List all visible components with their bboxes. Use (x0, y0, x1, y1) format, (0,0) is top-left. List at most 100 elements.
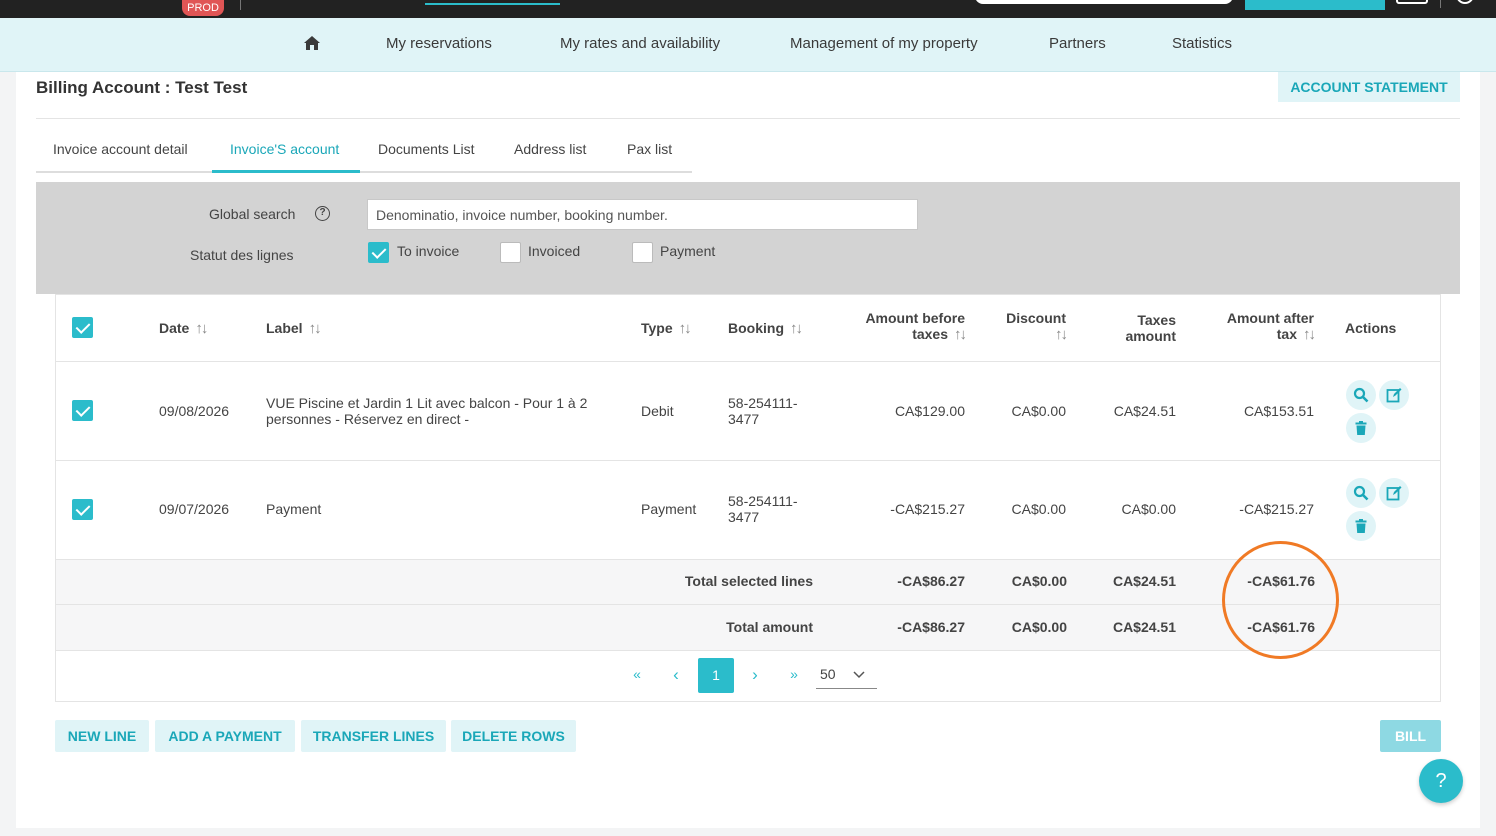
tab-documents-list[interactable]: Documents List (378, 141, 474, 157)
sort-icon[interactable]: ↑↓ (1055, 326, 1068, 343)
row-date: 09/07/2026 (159, 501, 230, 517)
delete-button[interactable] (1346, 511, 1376, 541)
nav-property-management[interactable]: Management of my property (790, 35, 978, 52)
tab-invoices-account[interactable]: Invoice'S account (230, 141, 339, 157)
payment-checkbox[interactable] (632, 242, 653, 263)
magnifier-icon (1353, 485, 1369, 501)
view-button[interactable] (1346, 380, 1376, 410)
edit-button[interactable] (1379, 478, 1409, 508)
user-icon[interactable] (1456, 0, 1474, 4)
row-amount-after-tax: CA$153.51 (1243, 403, 1314, 419)
view-button[interactable] (1346, 478, 1376, 508)
nav-partners[interactable]: Partners (1049, 35, 1106, 52)
header-text: amount (1125, 328, 1176, 344)
sort-icon[interactable]: ↑↓ (679, 320, 692, 337)
sort-icon[interactable]: ↑↓ (195, 320, 208, 337)
page-title: Billing Account : Test Test (36, 78, 248, 97)
row-date: 09/08/2026 (159, 403, 230, 419)
sort-icon[interactable]: ↑↓ (309, 320, 322, 337)
invoiced-checkbox[interactable] (500, 242, 521, 263)
home-icon[interactable] (303, 34, 321, 52)
next-page-button[interactable]: › (745, 665, 765, 685)
screen-icon[interactable] (1396, 0, 1428, 4)
total-amount-taxes: CA$24.51 (1112, 619, 1176, 635)
divider (56, 650, 1440, 651)
column-header-label[interactable]: Label ↑↓ (266, 320, 322, 337)
row-amount-before-taxes: -CA$215.27 (890, 501, 965, 517)
row-label-line1: Payment (266, 501, 322, 517)
header-text: Taxes (1137, 312, 1176, 328)
nav-rates-availability[interactable]: My rates and availability (560, 35, 720, 52)
help-button[interactable]: ? (1419, 759, 1463, 803)
sort-icon[interactable]: ↑↓ (954, 326, 967, 343)
invoiced-label: Invoiced (528, 243, 581, 259)
column-header-amount-after-tax[interactable]: Amount after tax ↑↓ (1204, 310, 1316, 343)
delete-button[interactable] (1346, 413, 1376, 443)
divider (56, 361, 1440, 362)
sort-icon[interactable]: ↑↓ (1303, 326, 1316, 343)
header-text: Amount before (865, 310, 965, 326)
page-size-select[interactable]: 50 (816, 666, 877, 689)
total-amount-before: -CA$86.27 (897, 619, 965, 635)
header-text: taxes (912, 326, 948, 342)
edit-icon (1386, 388, 1402, 403)
column-header-booking[interactable]: Booking ↑↓ (728, 320, 803, 337)
prev-page-button[interactable]: ‹ (666, 665, 686, 685)
highlight-annotation (1222, 541, 1339, 659)
new-line-button[interactable]: NEW LINE (55, 720, 149, 752)
row-type: Debit (641, 403, 674, 419)
header-text: Type (641, 320, 673, 336)
row-booking-line2: 3477 (728, 411, 760, 427)
chevron-down-icon (853, 671, 865, 679)
edit-button[interactable] (1379, 380, 1409, 410)
nav-my-reservations[interactable]: My reservations (386, 35, 492, 52)
add-payment-button[interactable]: ADD A PAYMENT (155, 720, 295, 752)
account-statement-button[interactable]: ACCOUNT STATEMENT (1278, 72, 1460, 102)
transfer-lines-button[interactable]: TRANSFER LINES (301, 720, 446, 752)
env-badge: PROD (182, 0, 224, 16)
column-header-discount[interactable]: Discount ↑↓ (986, 310, 1068, 343)
to-invoice-label: To invoice (397, 243, 460, 259)
select-all-checkbox[interactable] (72, 317, 93, 338)
to-invoice-checkbox[interactable] (368, 242, 389, 263)
column-header-type[interactable]: Type ↑↓ (641, 320, 692, 337)
row-checkbox[interactable] (72, 400, 93, 421)
header-text: Booking (728, 320, 784, 336)
column-header-amount-before-taxes[interactable]: Amount before taxes ↑↓ (845, 310, 967, 343)
first-page-button[interactable]: « (627, 666, 647, 682)
top-search-input[interactable] (975, 0, 1233, 4)
tab-invoice-account-detail[interactable]: Invoice account detail (53, 141, 188, 157)
active-menu-indicator (425, 3, 560, 5)
row-discount: CA$0.00 (1011, 501, 1066, 517)
column-header-taxes-amount: Taxes amount (1086, 312, 1176, 344)
total-amount-label: Total amount (726, 619, 813, 635)
divider (36, 118, 1460, 119)
tab-address-list[interactable]: Address list (514, 141, 586, 157)
row-booking-line1: 58-254111- (728, 493, 798, 509)
magnifier-icon (1353, 387, 1369, 403)
top-action-button[interactable] (1245, 0, 1385, 10)
top-bar: PROD (0, 0, 1496, 18)
total-selected-label: Total selected lines (684, 573, 813, 589)
header-text: tax (1276, 326, 1297, 342)
total-amount-discount: CA$0.00 (1011, 619, 1067, 635)
last-page-button[interactable]: » (784, 666, 804, 682)
row-label-line2: personnes - Réservez en direct - (266, 411, 470, 427)
sort-icon[interactable]: ↑↓ (790, 320, 803, 337)
line-status-label: Statut des lignes (190, 247, 294, 263)
payment-label: Payment (660, 243, 716, 259)
tab-pax-list[interactable]: Pax list (627, 141, 672, 157)
page-1-button[interactable]: 1 (698, 658, 734, 693)
bill-button[interactable]: BILL (1380, 720, 1441, 752)
nav-statistics[interactable]: Statistics (1172, 35, 1232, 52)
row-booking-line1: 58-254111- (728, 395, 798, 411)
header-text: Amount after (1226, 310, 1314, 326)
help-circle-icon[interactable]: ? (315, 206, 330, 221)
column-header-date[interactable]: Date ↑↓ (159, 320, 208, 337)
total-selected-discount: CA$0.00 (1011, 573, 1067, 589)
row-checkbox[interactable] (72, 499, 93, 520)
main-nav: My reservations My rates and availabilit… (0, 18, 1496, 72)
global-search-input[interactable] (367, 199, 918, 230)
divider (56, 460, 1440, 461)
delete-rows-button[interactable]: DELETE ROWS (451, 720, 576, 752)
